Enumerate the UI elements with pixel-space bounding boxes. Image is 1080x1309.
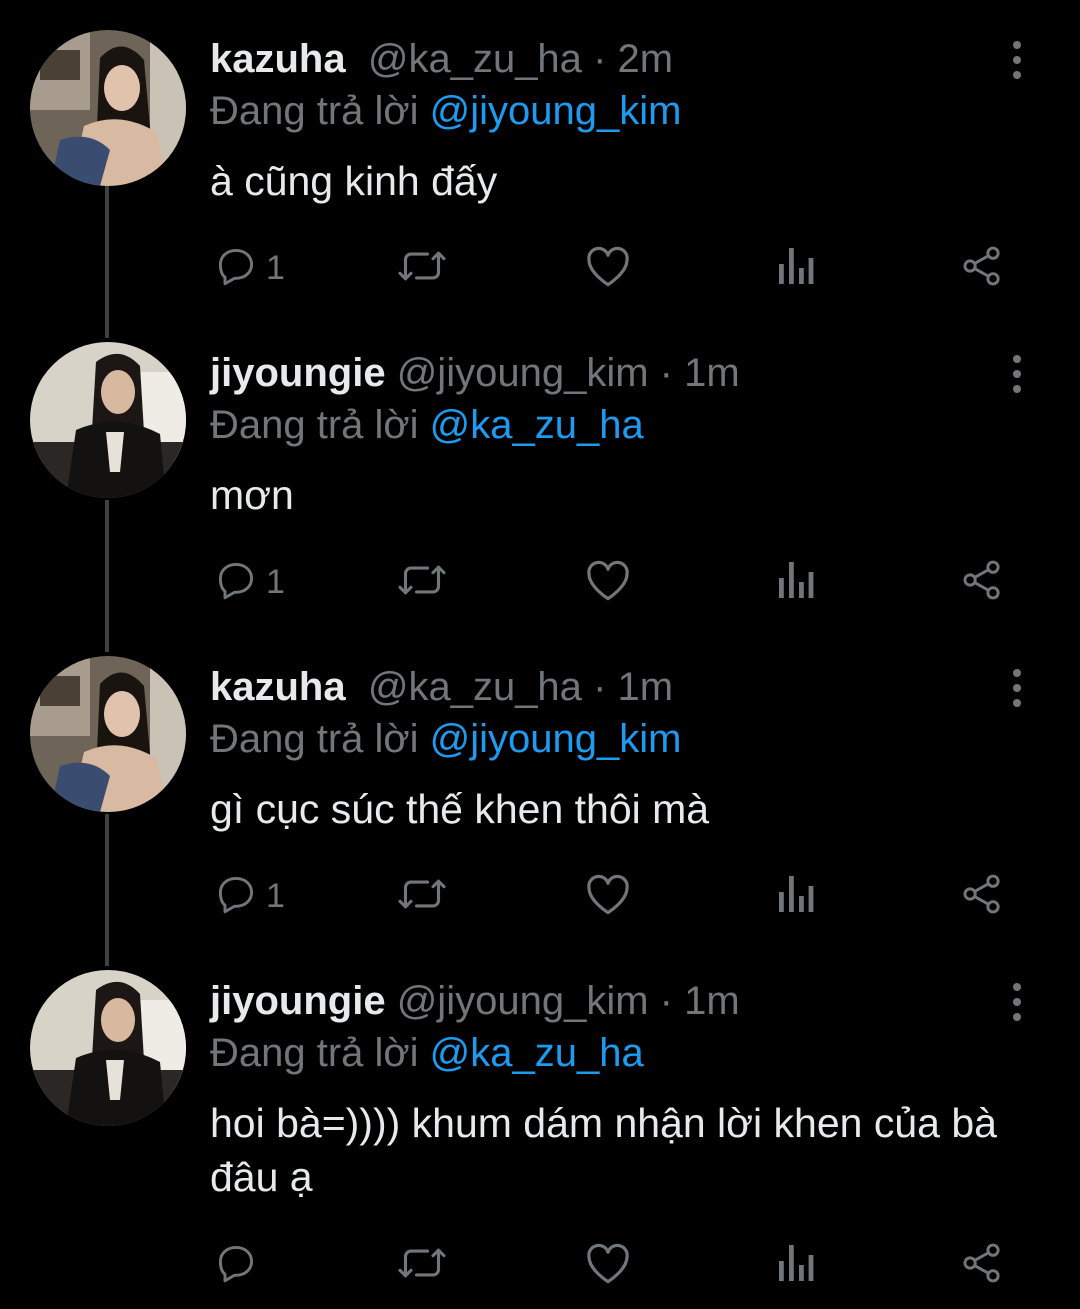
replying-to: Đang trả lời @ka_zu_ha <box>210 400 644 450</box>
reply-button[interactable]: 1 <box>214 244 285 292</box>
share-button[interactable] <box>960 244 1004 292</box>
tweet-actions: 1 <box>210 558 1030 606</box>
tweet[interactable]: kazuha @ka_zu_ha · 2m Đang trả lời @jiyo… <box>0 26 1080 326</box>
replying-to: Đang trả lời @jiyoung_kim <box>210 86 682 136</box>
share-icon <box>960 558 1004 607</box>
retweet-button[interactable] <box>396 244 448 292</box>
share-icon <box>960 244 1004 293</box>
tweet-actions: 1 <box>210 244 1030 292</box>
reply-icon <box>214 244 258 293</box>
tweet-header: kazuha @ka_zu_ha · 2m <box>210 34 673 84</box>
heart-icon <box>584 1241 632 1290</box>
mention-link[interactable]: @ka_zu_ha <box>430 403 644 447</box>
heart-icon <box>584 558 632 607</box>
reply-button[interactable] <box>214 1241 266 1289</box>
avatar[interactable] <box>30 970 186 1126</box>
reply-icon <box>214 1241 258 1290</box>
tweet[interactable]: kazuha @ka_zu_ha · 1m Đang trả lời @jiyo… <box>0 654 1080 954</box>
tweet-text: gì cục súc thế khen thôi mà <box>210 786 710 832</box>
mention-link[interactable]: @jiyoung_kim <box>430 89 682 133</box>
reply-button[interactable]: 1 <box>214 558 285 606</box>
display-name[interactable]: jiyoungie <box>210 351 386 395</box>
tweet[interactable]: jiyoungie @jiyoung_kim · 1m Đang trả lời… <box>0 968 1080 1298</box>
like-button[interactable] <box>584 1241 632 1289</box>
tweet-text: hoi bà=)))) khum dám nhận lời khen của b… <box>210 1100 997 1200</box>
tweet-header: jiyoungie @jiyoung_kim · 1m <box>210 348 740 398</box>
reply-prefix: Đang trả lời <box>210 1031 419 1075</box>
handle[interactable]: @jiyoung_kim <box>397 979 649 1023</box>
views-icon <box>776 1241 816 1290</box>
more-vertical-icon[interactable] <box>1000 40 1034 80</box>
separator: · <box>593 665 607 709</box>
reply-count: 1 <box>266 248 285 287</box>
retweet-button[interactable] <box>396 1241 448 1289</box>
avatar[interactable] <box>30 342 186 498</box>
views-icon <box>776 558 816 607</box>
tweet-text: mơn <box>210 472 294 518</box>
share-button[interactable] <box>960 1241 1004 1289</box>
reply-prefix: Đang trả lời <box>210 403 419 447</box>
reply-icon <box>214 558 258 607</box>
retweet-icon <box>396 558 448 607</box>
tweet-actions: 1 <box>210 872 1030 920</box>
heart-icon <box>584 872 632 921</box>
timestamp[interactable]: 1m <box>684 979 740 1023</box>
views-button[interactable] <box>776 244 816 292</box>
share-button[interactable] <box>960 872 1004 920</box>
tweet-actions <box>210 1241 1030 1289</box>
like-button[interactable] <box>584 244 632 292</box>
views-icon <box>776 244 816 293</box>
like-button[interactable] <box>584 872 632 920</box>
retweet-icon <box>396 244 448 293</box>
avatar[interactable] <box>30 30 186 186</box>
retweet-button[interactable] <box>396 872 448 920</box>
display-name[interactable]: kazuha <box>210 665 346 709</box>
more-vertical-icon[interactable] <box>1000 668 1034 708</box>
timestamp[interactable]: 2m <box>618 37 674 81</box>
like-button[interactable] <box>584 558 632 606</box>
more-vertical-icon[interactable] <box>1000 982 1034 1022</box>
reply-prefix: Đang trả lời <box>210 89 419 133</box>
tweet-text: à cũng kinh đấy <box>210 158 498 204</box>
reply-prefix: Đang trả lời <box>210 717 419 761</box>
views-icon <box>776 872 816 921</box>
mention-link[interactable]: @ka_zu_ha <box>430 1031 644 1075</box>
reply-count: 1 <box>266 876 285 915</box>
reply-count: 1 <box>266 562 285 601</box>
views-button[interactable] <box>776 1241 816 1289</box>
handle[interactable]: @ka_zu_ha <box>368 665 582 709</box>
replying-to: Đang trả lời @ka_zu_ha <box>210 1028 644 1078</box>
tweet-header: kazuha @ka_zu_ha · 1m <box>210 662 673 712</box>
tweet-header: jiyoungie @jiyoung_kim · 1m <box>210 976 740 1026</box>
display-name[interactable]: kazuha <box>210 37 346 81</box>
share-icon <box>960 1241 1004 1290</box>
tweet[interactable]: jiyoungie @jiyoung_kim · 1m Đang trả lời… <box>0 340 1080 640</box>
separator: · <box>659 351 673 395</box>
retweet-button[interactable] <box>396 558 448 606</box>
display-name[interactable]: jiyoungie <box>210 979 386 1023</box>
timestamp[interactable]: 1m <box>618 665 674 709</box>
timestamp[interactable]: 1m <box>684 351 740 395</box>
reply-icon <box>214 872 258 921</box>
retweet-icon <box>396 1241 448 1290</box>
separator: · <box>659 979 673 1023</box>
views-button[interactable] <box>776 872 816 920</box>
avatar[interactable] <box>30 656 186 812</box>
reply-button[interactable]: 1 <box>214 872 285 920</box>
share-icon <box>960 872 1004 921</box>
views-button[interactable] <box>776 558 816 606</box>
replying-to: Đang trả lời @jiyoung_kim <box>210 714 682 764</box>
more-vertical-icon[interactable] <box>1000 354 1034 394</box>
mention-link[interactable]: @jiyoung_kim <box>430 717 682 761</box>
share-button[interactable] <box>960 558 1004 606</box>
separator: · <box>593 37 607 81</box>
handle[interactable]: @ka_zu_ha <box>368 37 582 81</box>
handle[interactable]: @jiyoung_kim <box>397 351 649 395</box>
heart-icon <box>584 244 632 293</box>
retweet-icon <box>396 872 448 921</box>
